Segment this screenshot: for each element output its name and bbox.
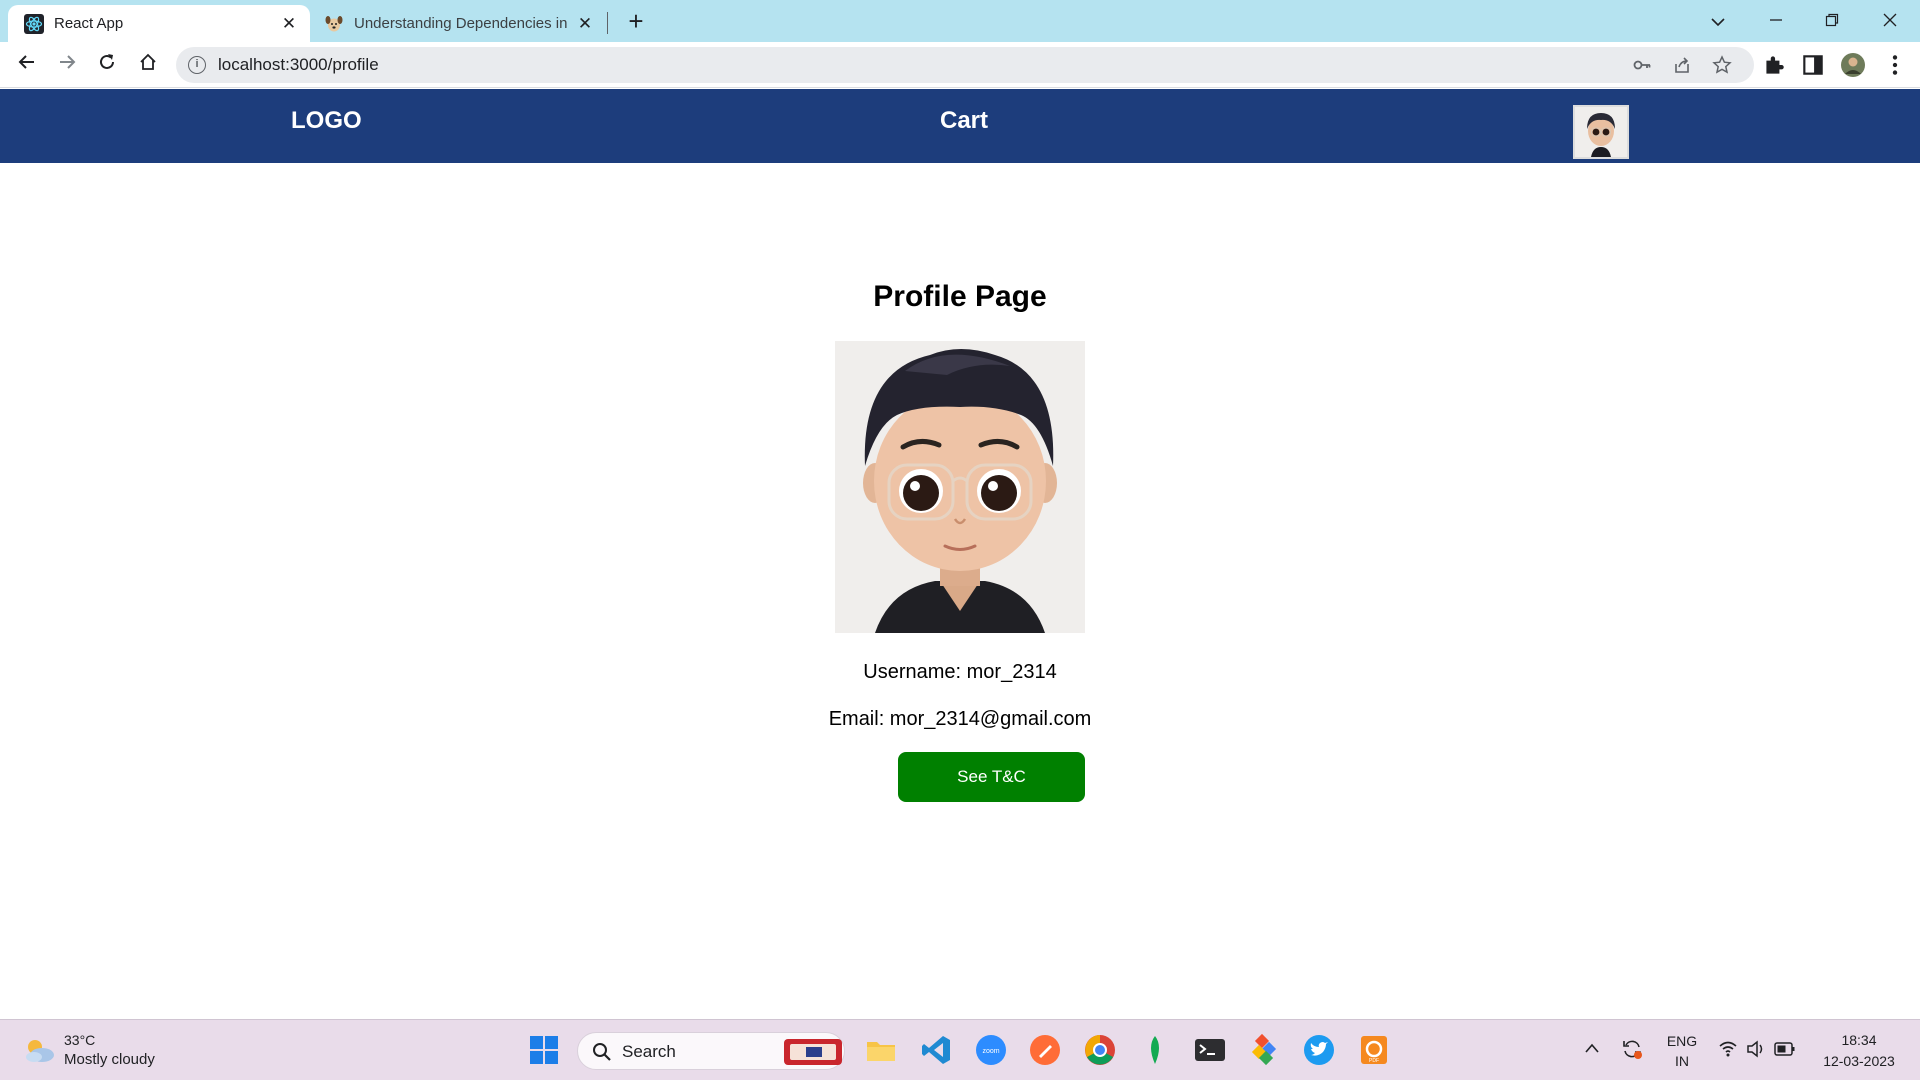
taskbar: 33°C Mostly cloudy Search zoom PDF ENG I…: [0, 1019, 1920, 1080]
minimize-icon[interactable]: [1756, 6, 1796, 36]
file-explorer-icon[interactable]: [864, 1033, 898, 1067]
zoom-icon[interactable]: zoom: [974, 1033, 1008, 1067]
url-text: localhost:3000/profile: [218, 55, 379, 74]
logo[interactable]: LOGO: [291, 107, 362, 135]
dog-icon: [325, 15, 343, 31]
wifi-icon[interactable]: [1718, 1040, 1738, 1058]
clock-date[interactable]: 12-03-2023: [1806, 1053, 1912, 1069]
tab-title: Understanding Dependencies in: [354, 15, 568, 32]
svg-text:zoom: zoom: [982, 1048, 999, 1055]
sync-icon[interactable]: [1620, 1037, 1644, 1061]
extensions-icon[interactable]: [1761, 52, 1787, 78]
username-text: Username: mor_2314: [863, 661, 1057, 683]
show-hidden-icons-chevron-icon[interactable]: [1584, 1042, 1600, 1054]
close-tab-icon[interactable]: ✕: [280, 14, 298, 33]
avatar-icon[interactable]: [1573, 105, 1629, 159]
side-panel-icon[interactable]: [1800, 52, 1826, 78]
search-icon: [593, 1043, 611, 1061]
reload-icon[interactable]: [92, 50, 122, 80]
site-info-icon[interactable]: i: [188, 56, 206, 74]
close-window-icon[interactable]: [1870, 6, 1910, 36]
terminal-icon[interactable]: [1193, 1033, 1227, 1067]
email-text: Email: mor_2314@gmail.com: [828, 708, 1092, 730]
clock-time[interactable]: 18:34: [1806, 1032, 1912, 1048]
tab-understanding-dependencies[interactable]: Understanding Dependencies in ✕: [312, 5, 606, 42]
app-navbar: LOGO Cart: [0, 89, 1920, 163]
weather-cloudy-icon[interactable]: [22, 1036, 56, 1064]
cart-link[interactable]: Cart: [940, 107, 988, 135]
tab-search-chevron-icon[interactable]: [1698, 6, 1738, 36]
browser-tab-strip: React App ✕ Understanding Dependencies i…: [0, 0, 1920, 42]
bookmark-star-icon[interactable]: [1712, 55, 1732, 75]
profile-avatar-image: [835, 341, 1085, 633]
twitter-icon[interactable]: [1302, 1033, 1336, 1067]
windows-start-icon[interactable]: [527, 1033, 561, 1067]
svg-text:PDF: PDF: [1369, 1058, 1379, 1064]
weather-temperature[interactable]: 33°C: [64, 1032, 95, 1048]
new-tab-icon[interactable]: +: [622, 8, 650, 36]
react-icon: [24, 13, 44, 34]
key-icon[interactable]: [1632, 55, 1652, 75]
language-indicator[interactable]: ENG: [1664, 1033, 1700, 1049]
profile-avatar-icon[interactable]: [1840, 52, 1866, 78]
postman-icon[interactable]: [1028, 1033, 1062, 1067]
taskbar-search[interactable]: Search: [577, 1032, 845, 1070]
battery-icon[interactable]: [1774, 1041, 1796, 1057]
home-icon[interactable]: [133, 50, 163, 80]
git-icon[interactable]: [1248, 1033, 1282, 1067]
weather-description[interactable]: Mostly cloudy: [64, 1051, 155, 1068]
see-tc-button[interactable]: See T&C: [898, 752, 1085, 802]
tab-divider: [607, 12, 608, 34]
chrome-menu-icon[interactable]: [1882, 52, 1908, 78]
forward-icon[interactable]: [52, 50, 82, 80]
profile-page: Profile Page Username: mor_2314 Email: m…: [0, 163, 1920, 1019]
share-icon[interactable]: [1672, 55, 1692, 75]
language-region[interactable]: IN: [1664, 1053, 1700, 1069]
close-tab-icon[interactable]: ✕: [576, 14, 594, 33]
search-label: Search: [622, 1042, 676, 1061]
mongodb-icon[interactable]: [1138, 1033, 1172, 1067]
search-highlight-icon: [784, 1039, 842, 1065]
tab-title: React App: [54, 15, 124, 32]
pdf-icon[interactable]: PDF: [1357, 1033, 1391, 1067]
restore-icon[interactable]: [1812, 6, 1852, 36]
tab-react-app[interactable]: React App ✕: [8, 5, 310, 42]
page-title: Profile Page: [873, 280, 1047, 313]
vscode-icon[interactable]: [919, 1033, 953, 1067]
volume-icon[interactable]: [1746, 1040, 1766, 1058]
address-bar[interactable]: i localhost:3000/profile: [176, 47, 1754, 83]
browser-toolbar: i localhost:3000/profile: [0, 42, 1920, 88]
chrome-icon[interactable]: [1083, 1033, 1117, 1067]
back-icon[interactable]: [12, 50, 42, 80]
